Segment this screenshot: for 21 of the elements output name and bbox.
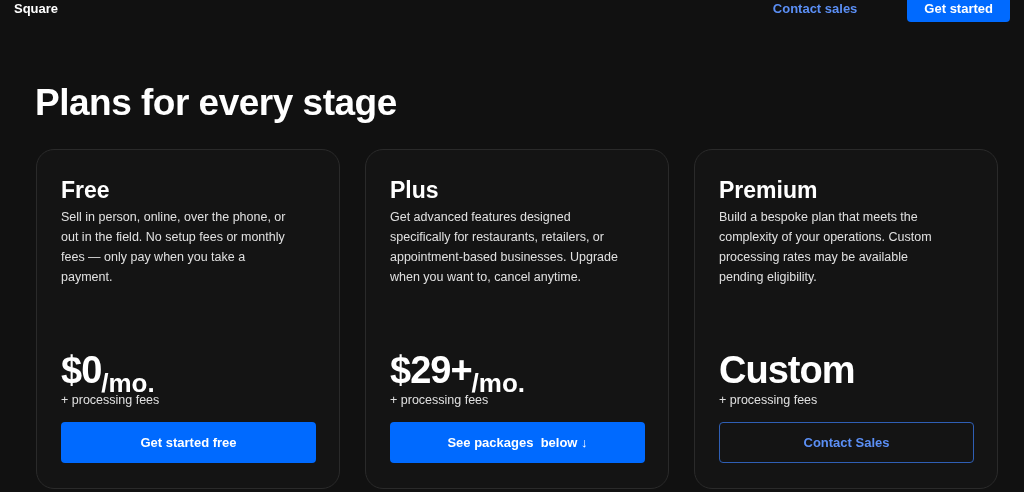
plan-price: Custom xyxy=(719,350,855,390)
plan-description: Get advanced features designed specifically for restaurants, retailers, or appointment-based businesses. Upgrade when you want to, cancel anytime. xyxy=(390,209,619,286)
fee-note: + processing fees xyxy=(61,393,161,408)
get-started-button[interactable]: Get started xyxy=(907,0,1010,22)
plan-description: Build a bespoke plan that meets the complexity of your operations. Custom processing rates may be available pending eligibility. xyxy=(719,209,933,286)
plan-name: Plus xyxy=(390,176,440,204)
plan-button[interactable]: Get started free xyxy=(61,422,316,463)
plan-button[interactable]: See packages below ↓ xyxy=(390,422,645,463)
logo[interactable]: Square xyxy=(14,1,59,16)
fee-note: + processing fees xyxy=(719,392,819,408)
plan-name: Free xyxy=(61,176,111,204)
price-unit: /mo. xyxy=(471,370,526,396)
plan-description: Sell in person, online, over the phone, or out in the field. No setup fees or monthly fees — only pay when you take a payment. xyxy=(61,209,287,286)
page-title: Plans for every stage xyxy=(35,83,398,123)
contact-sales-link[interactable]: Contact sales xyxy=(772,1,858,22)
plan-price: $29+ xyxy=(390,350,472,390)
plan-name: Premium xyxy=(719,176,819,204)
plan-price: $0 xyxy=(61,350,102,390)
plan-button[interactable]: Contact Sales xyxy=(719,422,974,463)
fee-note: + processing fees xyxy=(390,393,490,408)
price-unit: /mo. xyxy=(101,370,155,396)
